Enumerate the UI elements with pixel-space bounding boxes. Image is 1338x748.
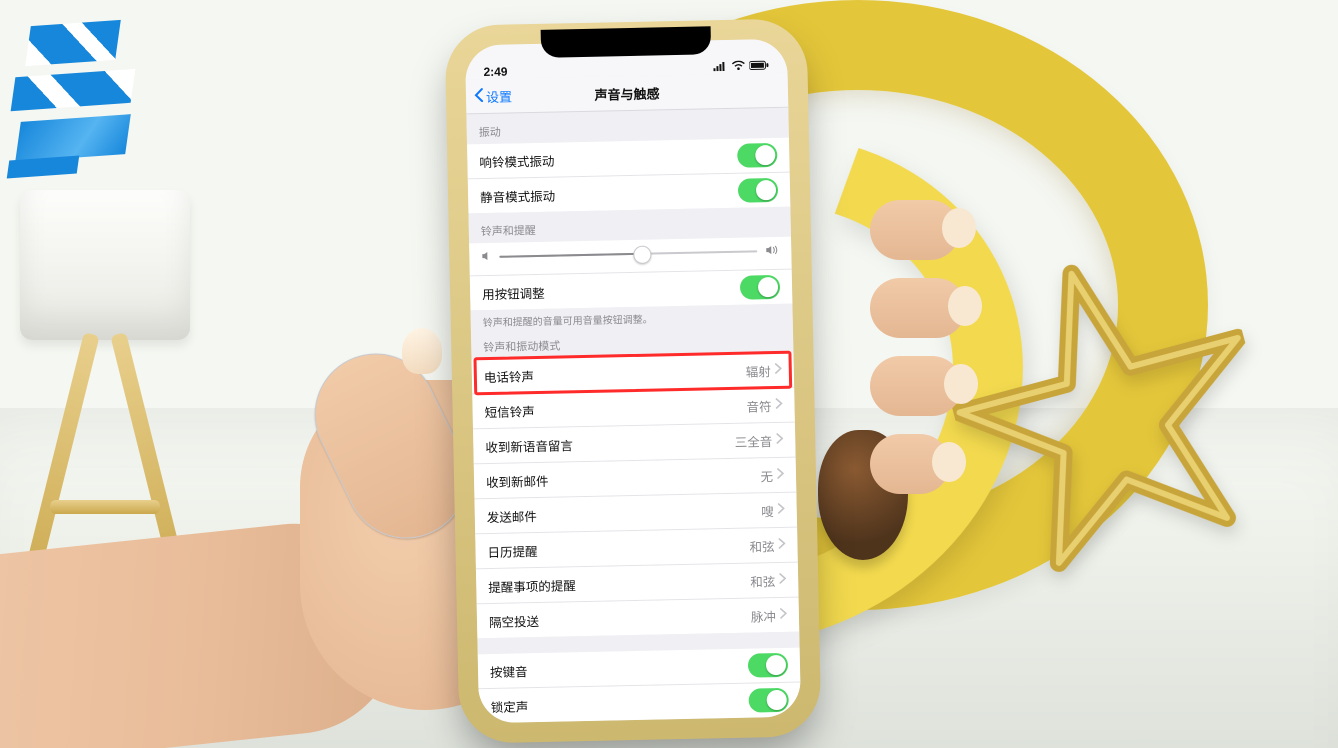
- status-time: 2:49: [483, 65, 507, 80]
- chevron-left-icon: [474, 88, 484, 105]
- toggle-on[interactable]: [737, 143, 777, 168]
- back-label: 设置: [486, 86, 512, 106]
- phone-notch: [541, 26, 712, 58]
- volume-slider[interactable]: [499, 243, 757, 264]
- chevron-right-icon: [775, 398, 782, 412]
- toggle-on[interactable]: [748, 688, 788, 713]
- row-value: 无: [760, 465, 784, 484]
- row-lock-sound[interactable]: 锁定声: [478, 683, 801, 724]
- settings-list[interactable]: 振动 响铃模式振动 静音模式振动 铃声和提醒: [466, 108, 801, 724]
- chevron-right-icon: [777, 468, 784, 482]
- phone-screen: 2:49 设置: [465, 39, 801, 724]
- row-label: 发送邮件: [487, 506, 537, 526]
- row-value: 三全音: [735, 430, 784, 450]
- row-label: 响铃模式振动: [479, 150, 554, 171]
- row-label: 收到新邮件: [486, 470, 549, 490]
- toggle-on[interactable]: [748, 653, 788, 678]
- chevron-right-icon: [780, 608, 787, 622]
- row-label: 静音模式振动: [480, 185, 555, 206]
- row-value: 音符: [746, 395, 782, 415]
- toggle-on[interactable]: [740, 275, 780, 300]
- wifi-icon: [731, 60, 745, 74]
- cellular-icon: [713, 60, 727, 74]
- row-sound-0[interactable]: 电话铃声 辐射: [472, 353, 795, 395]
- watermark-logo: [8, 18, 158, 178]
- row-label: 按键音: [490, 661, 528, 681]
- row-value: 和弦: [750, 570, 786, 590]
- row-label: 锁定声: [491, 696, 529, 716]
- row-value: 脉冲: [751, 605, 787, 625]
- chevron-right-icon: [779, 573, 786, 587]
- row-value: 辐射: [746, 360, 782, 380]
- speaker-high-icon: [765, 244, 779, 257]
- speaker-low-icon: [481, 250, 491, 263]
- chevron-right-icon: [778, 538, 785, 552]
- row-label: 收到新语音留言: [485, 435, 573, 456]
- iphone-device: 2:49 设置: [451, 24, 816, 737]
- row-value: 嗖: [761, 500, 785, 519]
- gold-stand-prop: [20, 190, 190, 610]
- row-value: 和弦: [749, 535, 785, 555]
- row-label: 短信铃声: [484, 401, 534, 421]
- chevron-right-icon: [778, 503, 785, 517]
- row-label: 隔空投送: [489, 611, 539, 631]
- chevron-right-icon: [775, 363, 782, 377]
- nav-bar: 设置 声音与触感: [466, 73, 789, 115]
- toggle-on[interactable]: [738, 178, 778, 203]
- page-title: 声音与触感: [594, 83, 659, 103]
- row-label: 电话铃声: [484, 366, 534, 386]
- chevron-right-icon: [776, 433, 783, 447]
- back-button[interactable]: 设置: [474, 86, 512, 106]
- battery-icon: [749, 59, 769, 73]
- photo-scene: 2:49 设置: [0, 0, 1338, 748]
- pinecone-prop: [818, 430, 908, 560]
- row-label: 用按钮调整: [482, 282, 545, 302]
- row-label: 日历提醒: [487, 541, 537, 561]
- row-label: 提醒事项的提醒: [488, 575, 576, 596]
